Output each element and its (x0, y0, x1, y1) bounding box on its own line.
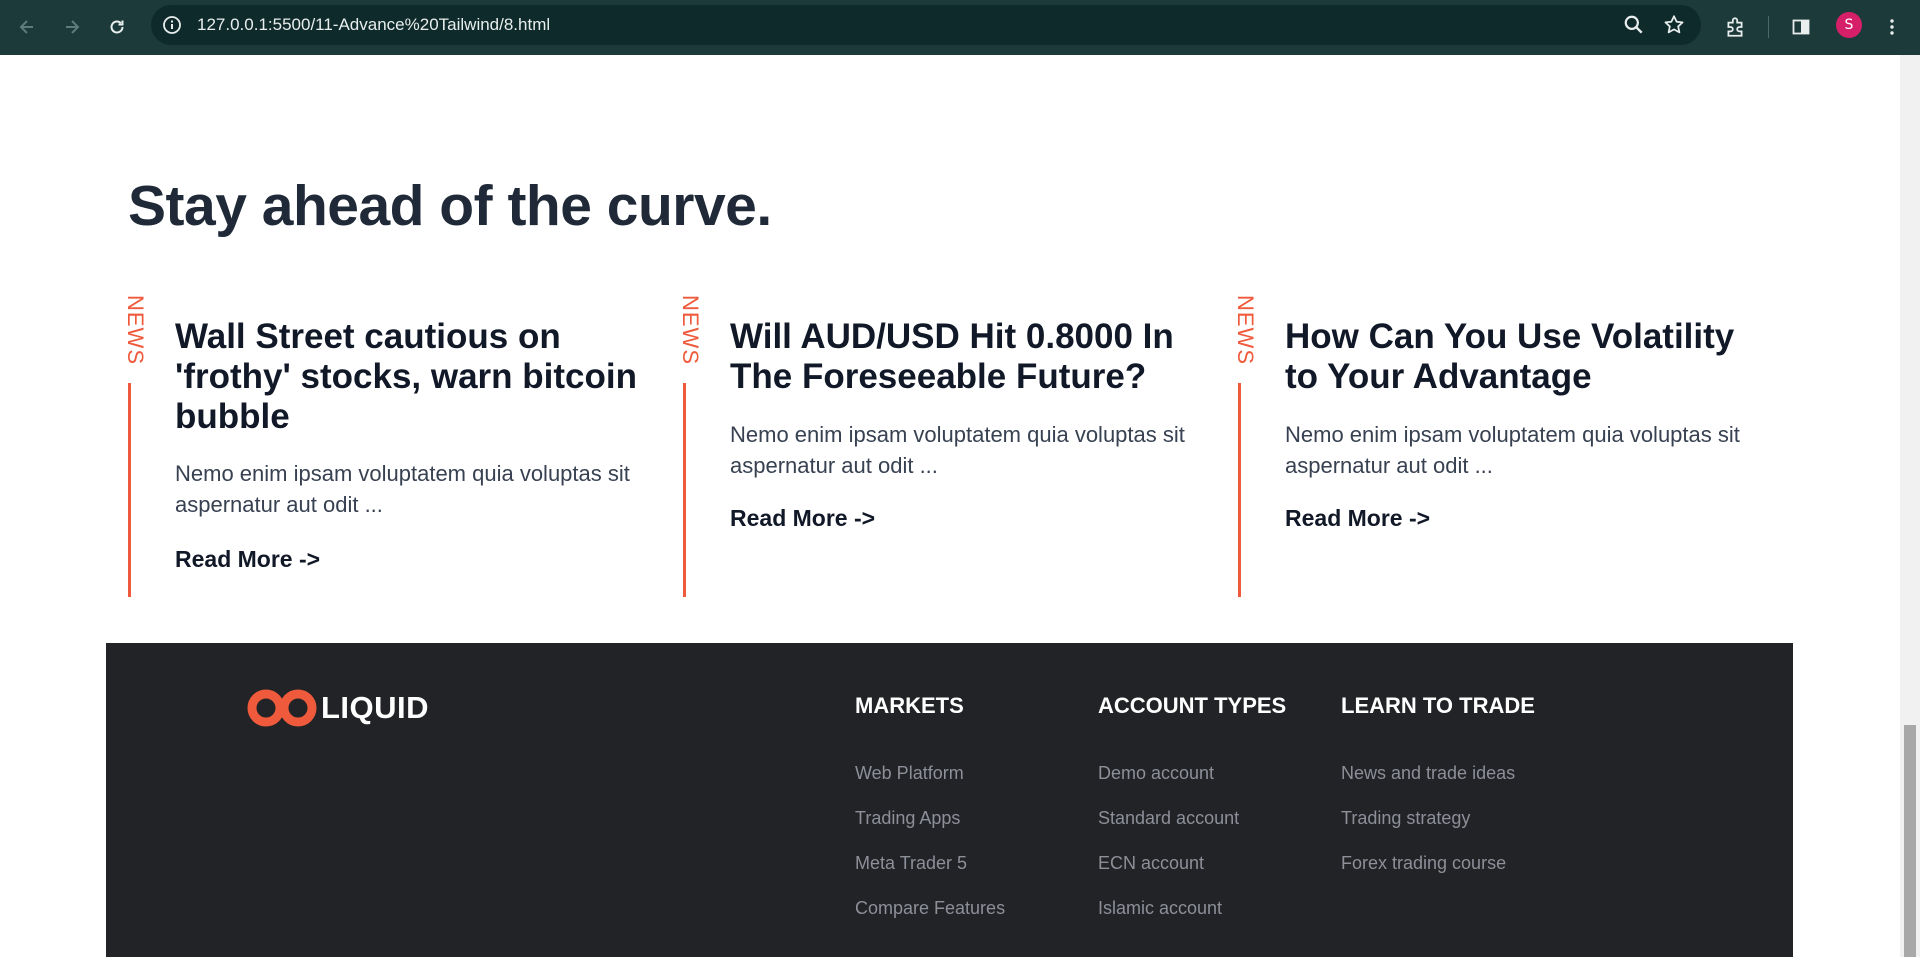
footer-link[interactable]: Islamic account (1098, 898, 1286, 943)
site-footer: LIQUID MARKETS Web Platform Trading Apps… (106, 643, 1793, 957)
footer-link[interactable]: Standard account (1098, 808, 1286, 853)
side-panel-icon[interactable] (1786, 12, 1816, 42)
extensions-icon[interactable] (1720, 12, 1750, 42)
news-tag: NEWS (678, 295, 703, 365)
footer-link[interactable]: Compare Features (855, 898, 1005, 943)
footer-column-title: LEARN TO TRADE (1341, 693, 1535, 718)
forward-icon[interactable] (57, 12, 87, 42)
url-text[interactable]: 127.0.0.1:5500/11-Advance%20Tailwind/8.h… (197, 15, 550, 35)
toolbar-divider (1768, 16, 1769, 38)
footer-column-learn-to-trade: LEARN TO TRADE News and trade ideas Trad… (1341, 693, 1535, 898)
back-icon[interactable] (12, 12, 42, 42)
footer-link[interactable]: ECN account (1098, 853, 1286, 898)
footer-link[interactable]: Meta Trader 5 (855, 853, 1005, 898)
reload-icon[interactable] (102, 12, 132, 42)
browser-toolbar: 127.0.0.1:5500/11-Advance%20Tailwind/8.h… (0, 0, 1920, 55)
accent-line (128, 383, 131, 597)
profile-avatar[interactable]: S (1836, 12, 1862, 38)
logo-text: LIQUID (321, 690, 430, 725)
infinity-logo-icon (247, 689, 317, 727)
address-bar[interactable]: 127.0.0.1:5500/11-Advance%20Tailwind/8.h… (151, 5, 1701, 45)
read-more-link[interactable]: Read More -> (730, 505, 875, 532)
news-description: Nemo enim ipsam voluptatem quia voluptas… (1285, 422, 1740, 478)
accent-line (683, 383, 686, 597)
menu-icon[interactable] (1877, 12, 1907, 42)
footer-link[interactable]: Forex trading course (1341, 853, 1535, 898)
read-more-link[interactable]: Read More -> (1285, 505, 1430, 532)
scrollbar-thumb[interactable] (1904, 725, 1916, 957)
news-card: NEWS Will AUD/USD Hit 0.8000 In The Fore… (678, 295, 1203, 599)
footer-link[interactable]: Demo account (1098, 763, 1286, 808)
footer-column-account-types: ACCOUNT TYPES Demo account Standard acco… (1098, 693, 1286, 943)
read-more-link[interactable]: Read More -> (175, 546, 320, 573)
footer-link[interactable]: Trading Apps (855, 808, 1005, 853)
news-tag: NEWS (1233, 295, 1258, 365)
zoom-icon[interactable] (1623, 14, 1645, 41)
page-scrollbar[interactable] (1900, 55, 1920, 957)
news-title: Will AUD/USD Hit 0.8000 In The Foreseeab… (730, 317, 1174, 396)
star-icon[interactable] (1663, 14, 1685, 41)
footer-column-title: MARKETS (855, 693, 964, 718)
accent-line (1238, 383, 1241, 597)
info-icon[interactable] (161, 14, 183, 36)
footer-column-markets: MARKETS Web Platform Trading Apps Meta T… (855, 693, 1005, 943)
footer-link[interactable]: News and trade ideas (1341, 763, 1535, 808)
news-description: Nemo enim ipsam voluptatem quia voluptas… (175, 461, 630, 517)
footer-link[interactable]: Web Platform (855, 763, 1005, 808)
news-card: NEWS Wall Street cautious on 'frothy' st… (123, 295, 648, 599)
news-tag: NEWS (123, 295, 148, 365)
news-description: Nemo enim ipsam voluptatem quia voluptas… (730, 422, 1185, 478)
news-title: Wall Street cautious on 'frothy' stocks,… (175, 317, 637, 436)
page-heading: Stay ahead of the curve. (128, 174, 772, 238)
news-title: How Can You Use Volatility to Your Advan… (1285, 317, 1735, 396)
footer-link[interactable]: Trading strategy (1341, 808, 1535, 853)
footer-logo[interactable]: LIQUID (247, 688, 429, 728)
news-card: NEWS How Can You Use Volatility to Your … (1233, 295, 1758, 599)
footer-column-title: ACCOUNT TYPES (1098, 693, 1287, 718)
